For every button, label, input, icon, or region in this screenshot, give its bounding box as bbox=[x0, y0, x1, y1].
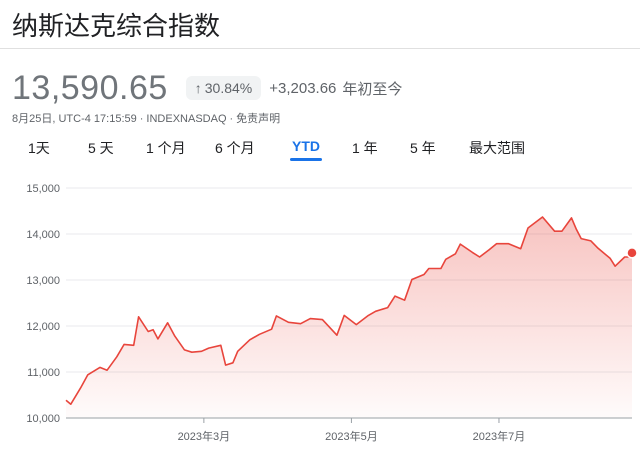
quote-summary: 13,590.65 ↑ 30.84% +3,203.66 年初至今 bbox=[12, 66, 402, 110]
quote-exchange: INDEXNASDAQ bbox=[146, 113, 227, 125]
page-title: 纳斯达克综合指数 bbox=[12, 11, 221, 41]
x-tick-label: 2023年7月 bbox=[473, 429, 526, 443]
tab-5-days[interactable]: 5 天 bbox=[88, 138, 114, 158]
current-price: 13,590.65 bbox=[12, 68, 168, 107]
tab-1-year[interactable]: 1 年 bbox=[352, 138, 378, 158]
change-absolute: +3,203.66 bbox=[269, 79, 337, 97]
range-tabs: 1天 5 天 1 个月 6 个月 YTD 1 年 5 年 最大范围 bbox=[0, 134, 640, 162]
change-period-label: 年初至今 bbox=[342, 80, 403, 98]
arrow-up-icon: ↑ bbox=[194, 80, 202, 96]
change-percent: 30.84% bbox=[204, 80, 253, 96]
change-percent-badge: ↑ 30.84% bbox=[185, 76, 262, 100]
tab-max-range[interactable]: 最大范围 bbox=[469, 138, 525, 158]
price-chart[interactable]: 10,000 11,000 12,000 13,000 14,000 15,000 2023… bbox=[0, 168, 640, 456]
y-tick-label: 11,000 bbox=[27, 367, 60, 379]
disclaimer-link[interactable]: 免责声明 bbox=[236, 113, 280, 125]
quote-date: 8月25日 bbox=[12, 113, 53, 125]
y-tick-label: 12,000 bbox=[26, 321, 60, 333]
header-divider bbox=[0, 48, 640, 49]
tab-1-day[interactable]: 1天 bbox=[28, 138, 50, 158]
tab-6-months[interactable]: 6 个月 bbox=[215, 138, 255, 158]
quote-meta: 8月25日, UTC-4 17:15:59 · INDEXNASDAQ · 免责声明 bbox=[12, 113, 281, 125]
last-price-marker bbox=[626, 247, 638, 259]
x-tick-label: 2023年3月 bbox=[178, 429, 231, 443]
y-tick-label: 13,000 bbox=[26, 275, 60, 287]
price-area bbox=[66, 217, 632, 418]
quote-time: UTC-4 17:15:59 bbox=[58, 113, 137, 125]
tab-5-years[interactable]: 5 年 bbox=[410, 138, 436, 158]
y-tick-label: 10,000 bbox=[26, 413, 60, 425]
tab-1-month[interactable]: 1 个月 bbox=[146, 138, 186, 158]
x-tick-label: 2023年5月 bbox=[325, 429, 378, 443]
y-tick-label: 14,000 bbox=[26, 229, 60, 241]
tab-ytd[interactable]: YTD bbox=[290, 138, 322, 161]
y-tick-label: 15,000 bbox=[26, 183, 60, 195]
